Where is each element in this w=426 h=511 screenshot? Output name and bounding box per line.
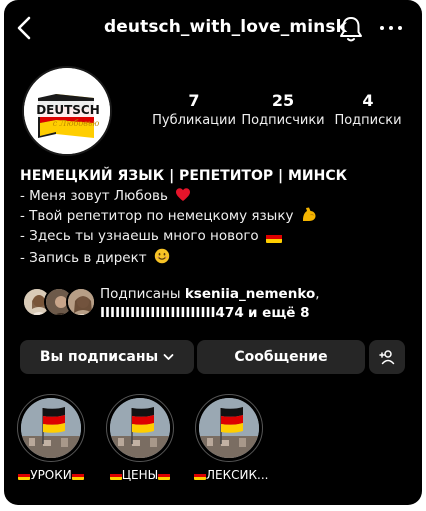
more-horizontal-icon[interactable] xyxy=(376,16,406,40)
followed-user-2[interactable]: IIIIIIIIIIIIIIIIIIIIIII474 xyxy=(100,305,244,321)
highlight-text: ЛЕКСИК... xyxy=(206,468,269,482)
german-flag-icon xyxy=(109,471,122,480)
highlight-thumbnail xyxy=(110,398,170,458)
following-count: 4 xyxy=(362,91,374,110)
follower-avatar xyxy=(66,287,96,317)
flexed-biceps-icon xyxy=(302,207,316,221)
red-heart-icon xyxy=(176,188,191,201)
followed-comma: , xyxy=(315,286,320,302)
highlight-label: ЦЕНЫ xyxy=(105,468,175,482)
avatar[interactable]: DEUTSCH с Любовью xyxy=(22,66,112,156)
german-flag-icon xyxy=(265,228,282,248)
bio-line-text: - Запись в директ xyxy=(20,250,147,266)
highlight-item[interactable]: УРОКИ xyxy=(16,394,86,482)
followed-prefix: Подписаны xyxy=(100,286,181,302)
bio-line-text: - Здесь ты узнаешь много нового xyxy=(20,228,259,244)
profile-username: deutsch_with_love_minsk xyxy=(104,17,347,37)
followed-by[interactable]: Подписаны kseniia_nemenko, IIIIIIIIIIIII… xyxy=(22,285,412,325)
bio-title: НЕМЕЦКИЙ ЯЗЫК | РЕПЕТИТОР | МИНСК xyxy=(20,168,348,184)
german-flag-icon xyxy=(194,471,206,480)
bell-icon[interactable] xyxy=(338,15,364,43)
stat-posts[interactable]: 7 Публикации xyxy=(152,91,236,129)
top-bar: deutsch_with_love_minsk xyxy=(4,0,422,56)
posts-count: 7 xyxy=(188,91,200,110)
logo-text: DEUTSCH xyxy=(36,103,100,117)
german-flag-icon xyxy=(158,471,171,480)
highlight-text: УРОКИ xyxy=(30,468,72,482)
highlight-label: УРОКИ xyxy=(16,468,86,482)
logo-script: с Любовью xyxy=(53,119,100,128)
highlight-label: ЛЕКСИК... xyxy=(194,468,268,482)
followed-tail[interactable]: и ещё 8 xyxy=(248,305,310,321)
highlight-item[interactable]: ЛЕКСИК... xyxy=(194,394,268,482)
highlight-item[interactable]: ЦЕНЫ xyxy=(105,394,175,482)
highlight-text: ЦЕНЫ xyxy=(121,468,159,482)
bio-line: - Запись в директ xyxy=(20,248,410,268)
following-label: Вы подписаны xyxy=(39,349,159,365)
profile-screen: deutsch_with_love_minsk DEUTSCH с Любовь… xyxy=(4,0,422,505)
bio-line: - Меня зовут Любовь xyxy=(20,186,410,206)
followed-user[interactable]: kseniia_nemenko xyxy=(185,286,315,302)
bio-line-text: - Меня зовут Любовь xyxy=(20,188,168,204)
bio-line-text: - Твой репетитор по немецкому языку xyxy=(20,208,294,224)
bio-line: - Твой репетитор по немецкому языку xyxy=(20,206,410,226)
chevron-left-icon[interactable] xyxy=(12,14,38,42)
followers-label: Подписчики xyxy=(241,113,325,128)
add-person-button[interactable] xyxy=(369,340,405,374)
highlight-ring xyxy=(106,394,174,462)
highlight-thumbnail xyxy=(199,398,259,458)
stat-followers[interactable]: 25 Подписчики xyxy=(240,91,326,129)
followers-count: 25 xyxy=(271,91,295,110)
highlight-ring xyxy=(195,394,263,462)
bio-line: - Здесь ты узнаешь много нового xyxy=(20,226,410,248)
message-button[interactable]: Сообщение xyxy=(197,340,365,374)
smiling-face-icon xyxy=(154,248,170,264)
stat-following[interactable]: 4 Подписки xyxy=(330,91,406,129)
chevron-down-icon xyxy=(163,354,174,360)
followed-by-text: Подписаны kseniia_nemenko, IIIIIIIIIIIII… xyxy=(100,285,320,323)
profile-stats: 7 Публикации 25 Подписчики 4 Подписки xyxy=(144,92,414,132)
add-person-icon xyxy=(379,350,395,365)
highlight-ring xyxy=(17,394,85,462)
posts-label: Публикации xyxy=(152,113,236,128)
following-button[interactable]: Вы подписаны xyxy=(20,340,194,374)
german-flag-icon xyxy=(18,471,31,480)
bio: НЕМЕЦКИЙ ЯЗЫК | РЕПЕТИТОР | МИНСК - Меня… xyxy=(20,166,410,268)
deutsch-logo: DEUTSCH с Любовью xyxy=(24,68,110,154)
highlight-thumbnail xyxy=(21,398,81,458)
message-label: Сообщение xyxy=(234,349,328,365)
german-flag-icon xyxy=(71,471,84,480)
following-label: Подписки xyxy=(334,113,402,128)
